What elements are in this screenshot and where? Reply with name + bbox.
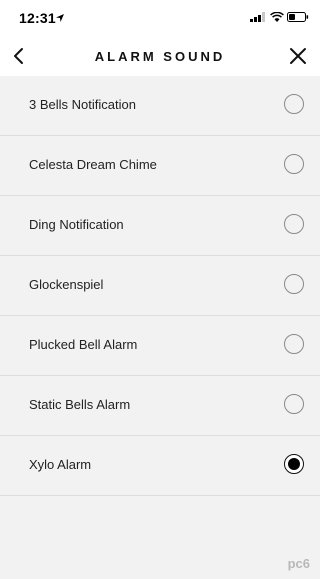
alarm-sound-list: 3 Bells Notification Celesta Dream Chime…	[0, 76, 320, 496]
sound-option-3-bells-notification[interactable]: 3 Bells Notification	[0, 76, 320, 136]
chevron-left-icon	[14, 48, 23, 64]
close-icon	[290, 48, 306, 64]
sound-option-celesta-dream-chime[interactable]: Celesta Dream Chime	[0, 136, 320, 196]
sound-option-label: Static Bells Alarm	[29, 397, 131, 412]
nav-bar: ALARM SOUND	[0, 38, 320, 77]
wifi-icon	[270, 12, 284, 22]
sound-option-label: 3 Bells Notification	[29, 97, 136, 112]
radio-button[interactable]	[284, 334, 304, 354]
sound-option-label: Plucked Bell Alarm	[29, 337, 138, 352]
sound-option-plucked-bell-alarm[interactable]: Plucked Bell Alarm	[0, 316, 320, 376]
sound-option-static-bells-alarm[interactable]: Static Bells Alarm	[0, 376, 320, 436]
radio-button[interactable]	[284, 274, 304, 294]
back-button[interactable]	[8, 44, 32, 68]
sound-option-label: Celesta Dream Chime	[29, 157, 157, 172]
page-title: ALARM SOUND	[94, 49, 226, 64]
sound-option-xylo-alarm[interactable]: Xylo Alarm	[0, 436, 320, 496]
sound-option-ding-notification[interactable]: Ding Notification	[0, 196, 320, 256]
sound-option-label: Xylo Alarm	[29, 457, 92, 472]
watermark: pc6	[287, 556, 310, 571]
close-button[interactable]	[286, 44, 310, 68]
radio-button[interactable]	[284, 154, 304, 174]
radio-button-selected[interactable]	[284, 454, 304, 474]
radio-button[interactable]	[284, 214, 304, 234]
signal-icon	[250, 12, 265, 22]
location-arrow-icon	[56, 14, 64, 22]
status-bar: 12:31	[0, 0, 320, 38]
radio-button[interactable]	[284, 94, 304, 114]
radio-button[interactable]	[284, 394, 304, 414]
battery-icon	[287, 12, 309, 22]
sound-option-label: Ding Notification	[29, 217, 124, 232]
sound-option-label: Glockenspiel	[29, 277, 104, 292]
sound-option-glockenspiel[interactable]: Glockenspiel	[0, 256, 320, 316]
status-time: 12:31	[19, 10, 56, 26]
